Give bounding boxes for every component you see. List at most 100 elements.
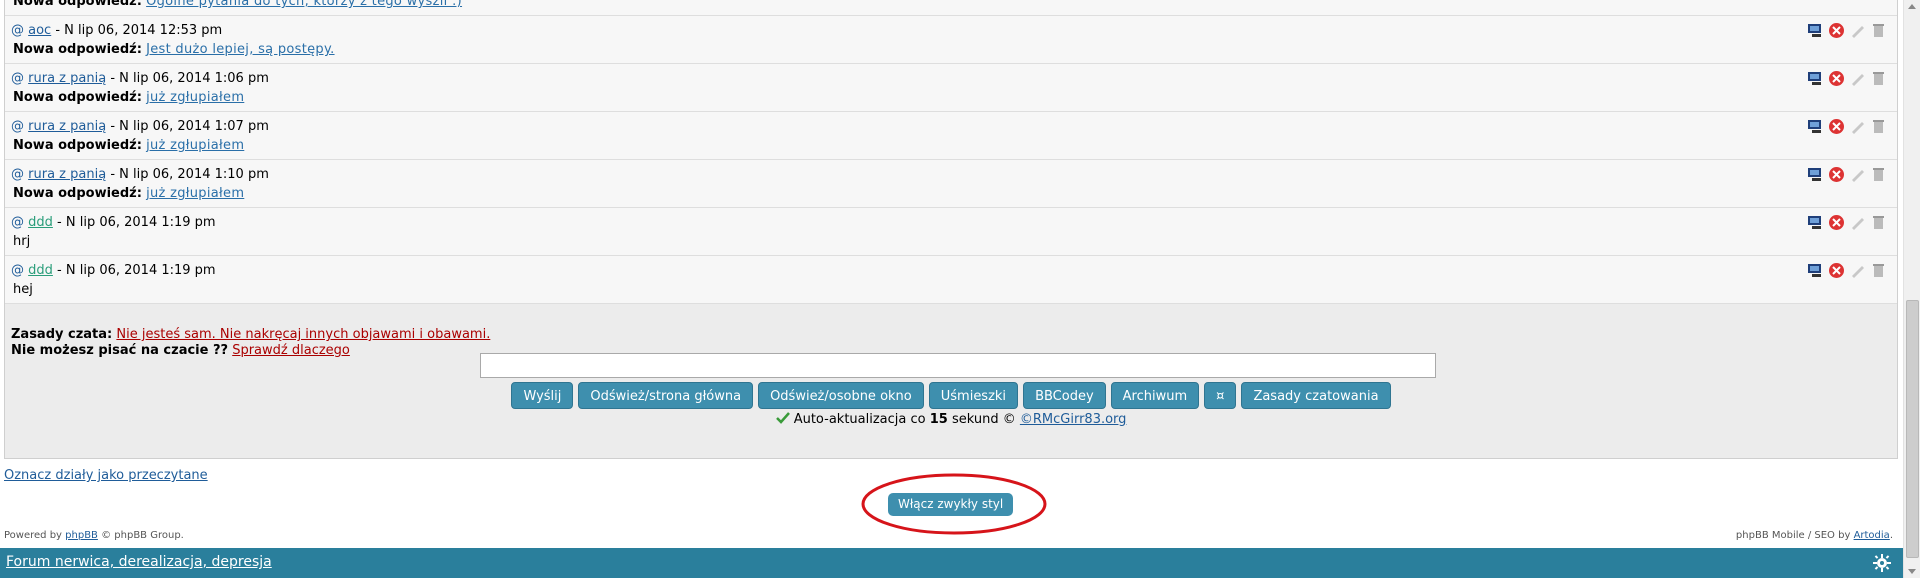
message-body: Nowa odpowiedź: już zgłupiałem	[13, 186, 244, 201]
reply-topic-link[interactable]: już zgłupiałem	[146, 138, 244, 153]
edit-pencil-icon[interactable]	[1849, 70, 1866, 87]
message-body: Nowa odpowiedź: już zgłupiałem	[13, 90, 244, 105]
scroll-up-arrow-icon[interactable]	[1908, 4, 1916, 9]
reply-topic-link[interactable]: Jest dużo lepiej, są postępy.	[146, 42, 334, 57]
chat-box: Nowa odpowiedź: Ogólne pytania do tych, …	[4, 0, 1898, 459]
chat-rules-button[interactable]: Zasady czatowania	[1241, 382, 1391, 409]
mark-forums-read-link[interactable]: Oznacz działy jako przeczytane	[4, 468, 208, 483]
trash-icon[interactable]	[1870, 214, 1887, 231]
message-body: Nowa odpowiedź: już zgłupiałem	[13, 138, 244, 153]
check-why-link[interactable]: Sprawdź dlaczego	[232, 343, 350, 358]
chat-message: @ aoc - N lip 06, 2014 12:53 pm Nowa odpo…	[5, 16, 1897, 64]
chat-message-input[interactable]	[480, 353, 1436, 378]
ip-computer-icon[interactable]	[1807, 214, 1824, 231]
delete-x-icon[interactable]	[1828, 214, 1845, 231]
chat-message: @ ddd - N lip 06, 2014 1:19 pm hej	[5, 256, 1897, 304]
message-body: hej	[13, 282, 33, 297]
edit-pencil-icon[interactable]	[1849, 22, 1866, 39]
send-button[interactable]: Wyślij	[511, 382, 574, 409]
chat-rules: Zasady czata: Nie jesteś sam. Nie nakręc…	[11, 327, 490, 359]
ip-computer-icon[interactable]	[1807, 118, 1824, 135]
edit-pencil-icon[interactable]	[1849, 214, 1866, 231]
credit-link[interactable]: ©RMcGirr83.org	[1020, 412, 1127, 427]
username-link[interactable]: aoc	[28, 23, 51, 38]
edit-pencil-icon[interactable]	[1849, 262, 1866, 279]
trash-icon[interactable]	[1870, 70, 1887, 87]
new-reply-label: Nowa odpowiedź:	[13, 90, 142, 105]
message-time: - N lip 06, 2014 1:07 pm	[110, 119, 269, 134]
message-header: @ rura z panią - N lip 06, 2014 1:07 pm	[11, 119, 269, 134]
at-symbol: @	[11, 167, 24, 182]
auto-update-line: Auto-aktualizacja co 15 sekund © ©RMcGir…	[5, 412, 1897, 427]
footer-bar: Forum nerwica, derealizacja, depresja	[0, 548, 1903, 578]
chat-message: @ ddd - N lip 06, 2014 1:19 pm hrj	[5, 208, 1897, 256]
message-text: hrj	[13, 234, 31, 249]
ip-computer-icon[interactable]	[1807, 70, 1824, 87]
edit-pencil-icon[interactable]	[1849, 166, 1866, 183]
message-time: - N lip 06, 2014 1:06 pm	[110, 71, 269, 86]
ip-computer-icon[interactable]	[1807, 22, 1824, 39]
message-text: hej	[13, 282, 33, 297]
reply-topic-link[interactable]: już zgłupiałem	[146, 186, 244, 201]
gear-icon[interactable]	[1873, 554, 1891, 572]
delete-x-icon[interactable]	[1828, 22, 1845, 39]
at-symbol: @	[11, 23, 24, 38]
delete-x-icon[interactable]	[1828, 118, 1845, 135]
powered-prefix: Powered by	[4, 530, 62, 541]
ip-computer-icon[interactable]	[1807, 262, 1824, 279]
username-link[interactable]: rura z panią	[28, 167, 106, 182]
rules-link[interactable]: Nie jesteś sam. Nie nakręcaj innych obja…	[116, 327, 490, 342]
trash-icon[interactable]	[1870, 262, 1887, 279]
ip-computer-icon[interactable]	[1807, 166, 1824, 183]
trash-icon[interactable]	[1870, 118, 1887, 135]
new-reply-label: Nowa odpowiedź:	[13, 186, 142, 201]
message-tools	[1807, 70, 1887, 87]
refresh-main-button[interactable]: Odśwież/strona główna	[578, 382, 754, 409]
new-reply-label: Nowa odpowiedź:	[13, 42, 142, 57]
username-link[interactable]: ddd	[28, 263, 53, 278]
trash-icon[interactable]	[1870, 22, 1887, 39]
username-link[interactable]: rura z panią	[28, 71, 106, 86]
trash-icon[interactable]	[1870, 166, 1887, 183]
scrollbar-thumb[interactable]	[1906, 300, 1919, 558]
reply-topic-link[interactable]: Ogólne pytania do tych, którzy z tego wy…	[146, 0, 462, 9]
scroll-down-arrow-icon[interactable]	[1908, 569, 1916, 574]
auto-update-prefix: Auto-aktualizacja co	[793, 412, 926, 427]
message-tools	[1807, 166, 1887, 183]
delete-x-icon[interactable]	[1828, 166, 1845, 183]
refresh-window-button[interactable]: Odśwież/osobne okno	[758, 382, 924, 409]
auto-update-suffix: sekund ©	[951, 412, 1016, 427]
delete-x-icon[interactable]	[1828, 262, 1845, 279]
auto-update-seconds: 15	[929, 412, 948, 427]
message-tools	[1807, 22, 1887, 39]
archive-button[interactable]: Archiwum	[1110, 382, 1200, 409]
at-symbol: @	[11, 263, 24, 278]
delete-x-icon[interactable]	[1828, 70, 1845, 87]
chat-message: @ rura z panią - N lip 06, 2014 1:06 pm N…	[5, 64, 1897, 112]
reply-topic-link[interactable]: już zgłupiałem	[146, 90, 244, 105]
mobile-prefix: phpBB Mobile / SEO by	[1735, 530, 1851, 541]
bbcodes-button[interactable]: BBCodey	[1023, 382, 1106, 409]
artodia-link[interactable]: Artodia	[1854, 530, 1890, 541]
vertical-scrollbar[interactable]	[1903, 0, 1920, 578]
edit-pencil-icon[interactable]	[1849, 118, 1866, 135]
powered-suffix: © phpBB Group.	[101, 530, 184, 541]
at-symbol: @	[11, 215, 24, 230]
message-time: - N lip 06, 2014 1:19 pm	[57, 263, 216, 278]
powered-by: Powered by phpBB © phpBB Group.	[4, 530, 184, 541]
message-time: - N lip 06, 2014 1:10 pm	[110, 167, 269, 182]
switch-style-button[interactable]: Włącz zwykły styl	[888, 493, 1014, 516]
username-link[interactable]: ddd	[28, 215, 53, 230]
at-symbol: @	[11, 71, 24, 86]
message-body: Nowa odpowiedź: Jest dużo lepiej, są pos…	[13, 42, 335, 57]
new-reply-label: Nowa odpowiedź:	[13, 0, 142, 9]
message-header: @ ddd - N lip 06, 2014 1:19 pm	[11, 263, 216, 278]
mobile-credit: phpBB Mobile / SEO by Artodia.	[1736, 530, 1893, 541]
message-tools	[1807, 118, 1887, 135]
username-link[interactable]: rura z panią	[28, 119, 106, 134]
smilies-button[interactable]: Uśmieszki	[928, 382, 1019, 409]
phpbb-link[interactable]: phpBB	[65, 530, 98, 541]
forum-title-link[interactable]: Forum nerwica, derealizacja, depresja	[6, 554, 272, 570]
extra-button[interactable]: ¤	[1204, 382, 1237, 409]
chat-message: @ rura z panią - N lip 06, 2014 1:07 pm N…	[5, 112, 1897, 160]
